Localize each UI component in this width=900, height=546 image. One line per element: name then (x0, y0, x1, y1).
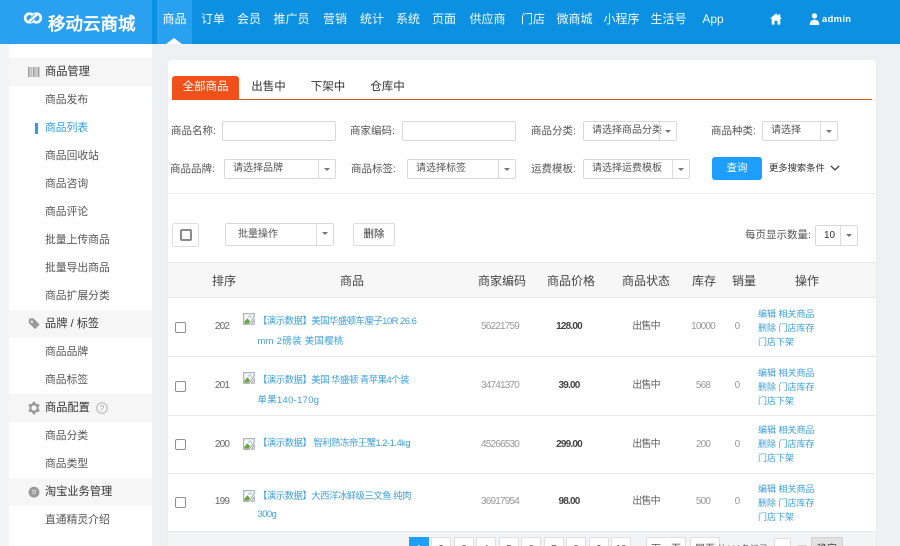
svg-text:?: ? (100, 404, 105, 413)
